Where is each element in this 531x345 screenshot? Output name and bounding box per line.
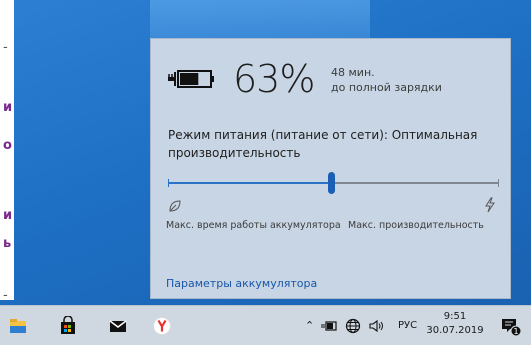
doc-glyph: и: [3, 208, 13, 223]
time-remaining-caption: до полной зарядки: [331, 81, 442, 94]
slider-thumb[interactable]: [328, 172, 335, 194]
slider-tick: [168, 179, 169, 187]
slider-track-empty: [331, 182, 499, 184]
slider-track-filled: [168, 182, 331, 184]
doc-glyph: -: [3, 40, 8, 55]
doc-glyph: -: [3, 288, 8, 303]
leaf-icon: [169, 200, 181, 212]
mail-icon[interactable]: [108, 316, 128, 336]
time-to-full: 48 мин. до полной зарядки: [331, 65, 442, 95]
doc-glyph: и: [3, 100, 13, 115]
battery-settings-link[interactable]: Параметры аккумулятора: [166, 277, 317, 290]
store-icon[interactable]: [58, 316, 78, 336]
speaker-volume-icon[interactable]: [368, 318, 384, 334]
lightning-icon: [485, 197, 495, 213]
slider-tick: [498, 179, 499, 187]
background-document-strip: - и о и ь -: [0, 0, 14, 303]
chevron-up-icon[interactable]: ⌃: [305, 319, 314, 332]
battery-plug-icon[interactable]: [320, 319, 338, 333]
yandex-browser-icon[interactable]: [152, 316, 172, 336]
globe-network-icon[interactable]: [345, 318, 361, 334]
battery-percent: 63%: [233, 57, 315, 101]
file-explorer-icon[interactable]: [8, 316, 28, 336]
system-clock[interactable]: 9:51 30.07.2019: [426, 310, 484, 338]
taskbar: ⌃ РУС 9:51 30.07.2019 1: [0, 305, 531, 345]
doc-glyph: ь: [3, 236, 12, 251]
notification-center-icon[interactable]: 1: [500, 316, 522, 338]
power-mode-slider[interactable]: [168, 171, 499, 195]
input-language[interactable]: РУС: [398, 320, 417, 331]
doc-glyph: о: [3, 138, 12, 153]
battery-charging-icon: [168, 70, 214, 88]
slider-label-left: Макс. время работы аккумулятора: [166, 220, 341, 231]
battery-flyout: 63% 48 мин. до полной зарядки Режим пита…: [150, 38, 511, 299]
clock-time: 9:51: [443, 311, 467, 322]
power-mode-label: Режим питания (питание от сети): Оптимал…: [168, 128, 478, 160]
notification-count: 1: [513, 327, 518, 336]
clock-date: 30.07.2019: [426, 325, 484, 336]
slider-label-right: Макс. производительность: [348, 220, 484, 231]
time-remaining: 48 мин.: [331, 66, 375, 79]
